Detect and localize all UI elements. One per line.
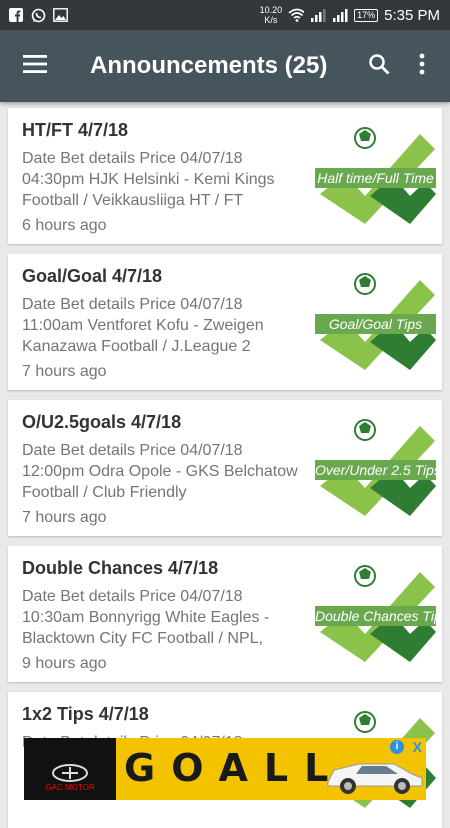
thumbnail-label: Half time/Full Time (315, 168, 436, 188)
more-vert-icon (419, 53, 425, 80)
announcement-body: Date Bet details Price 04/07/18 12:00pm … (22, 442, 298, 501)
ad-brand-logo: GAC MOTOR (24, 738, 116, 800)
announcement-title: HT/FT 4/7/18 (22, 120, 129, 140)
announcement-time: 7 hours ago (22, 363, 107, 380)
signal-icon-2 (332, 7, 348, 23)
status-bar: 10.20 K/s 17% 5:35 PM (0, 0, 450, 30)
whatsapp-icon (30, 7, 46, 23)
battery-indicator: 17% (354, 8, 379, 22)
signal-icon (310, 7, 326, 23)
wifi-icon (288, 7, 305, 23)
ad-banner[interactable]: GAC MOTOR GOALL i X (24, 738, 426, 800)
menu-icon (23, 54, 47, 78)
announcement-time: 7 hours ago (22, 509, 107, 526)
menu-button[interactable] (0, 30, 70, 102)
announcement-title: Double Chances 4/7/18 (22, 558, 219, 578)
announcement-title: 1x2 Tips 4/7/18 (22, 704, 149, 724)
page-title: Announcements (25) (90, 52, 328, 79)
announcement-time: 9 hours ago (22, 655, 107, 672)
thumbnail-label: Over/Under 2.5 Tips (315, 460, 436, 480)
announcement-body: Date Bet details Price 04/07/18 10:30am … (22, 588, 270, 647)
announcement-thumbnail: Goal/Goal Tips (315, 270, 436, 376)
announcement-thumbnail: Half time/Full Time (315, 124, 436, 230)
announcement-card[interactable]: Double Chances 4/7/18 Date Bet details P… (8, 546, 442, 682)
ad-info-icon[interactable]: i (390, 740, 404, 754)
image-icon (52, 7, 68, 23)
announcement-card[interactable]: Goal/Goal 4/7/18 Date Bet details Price … (8, 254, 442, 390)
announcement-body: Date Bet details Price 04/07/18 04:30pm … (22, 150, 275, 209)
ad-headline: GOALL (124, 746, 345, 790)
car-icon (327, 763, 423, 794)
announcement-title: O/U2.5goals 4/7/18 (22, 412, 182, 432)
facebook-icon (8, 7, 24, 23)
announcement-thumbnail: Double Chances Tips (315, 562, 436, 668)
more-options-button[interactable] (402, 30, 442, 102)
clock: 5:35 PM (384, 6, 440, 24)
search-icon (368, 53, 390, 80)
brand-logo-icon (52, 764, 88, 782)
announcement-card[interactable]: HT/FT 4/7/18 Date Bet details Price 04/0… (8, 108, 442, 244)
announcement-body: Date Bet details Price 04/07/18 11:00am … (22, 296, 264, 355)
app-bar: Announcements (25) (0, 30, 450, 102)
announcement-thumbnail: Over/Under 2.5 Tips (315, 416, 436, 522)
thumbnail-label: Double Chances Tips (315, 606, 436, 626)
network-speed: 10.20 K/s (259, 5, 283, 25)
search-button[interactable] (356, 30, 402, 102)
announcement-card[interactable]: O/U2.5goals 4/7/18 Date Bet details Pric… (8, 400, 442, 536)
ad-close-button[interactable]: X (413, 739, 422, 755)
announcement-title: Goal/Goal 4/7/18 (22, 266, 163, 286)
announcement-time: 6 hours ago (22, 217, 107, 234)
thumbnail-label: Goal/Goal Tips (315, 314, 436, 334)
